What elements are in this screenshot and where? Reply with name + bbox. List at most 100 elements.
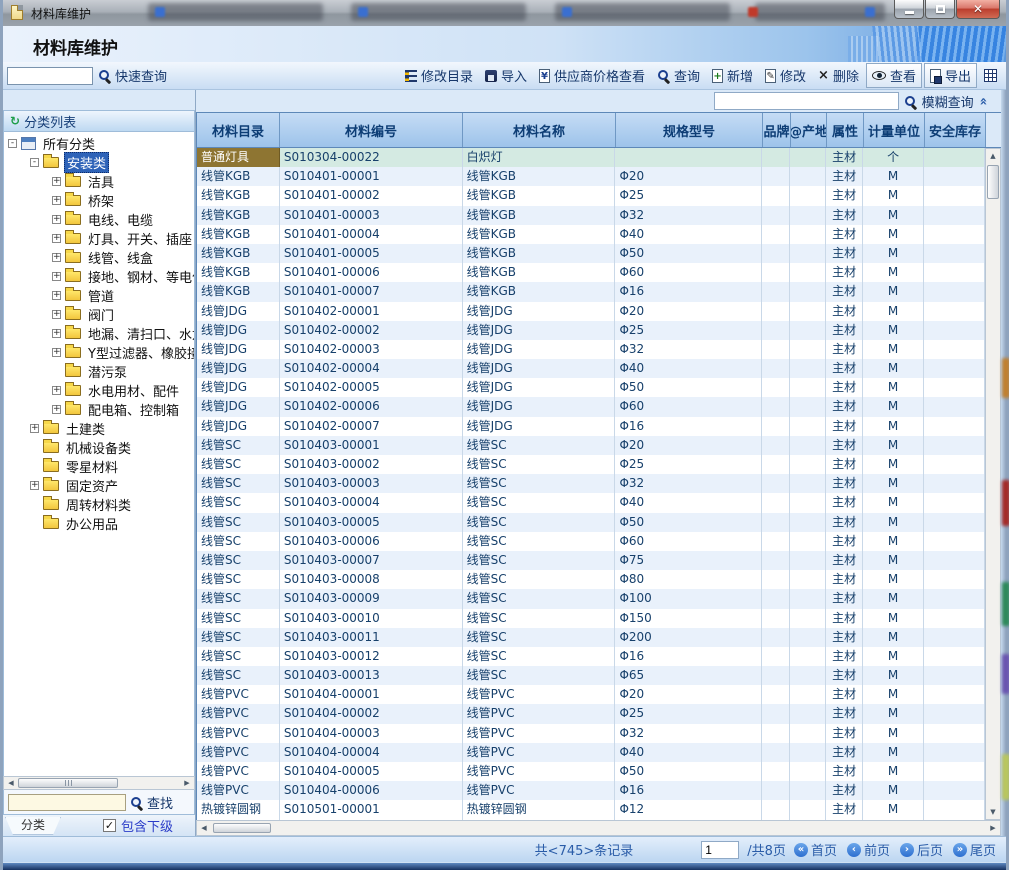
scrollbar-thumb[interactable]: [987, 165, 999, 199]
table-row[interactable]: 线管PVCS010404-00004线管PVCΦ40主材M: [197, 743, 985, 762]
delete-button[interactable]: ×删除: [813, 64, 864, 87]
tree-item-label[interactable]: 机械设备类: [64, 438, 133, 457]
table-row[interactable]: 线管KGBS010401-00001线管KGBΦ20主材M: [197, 167, 985, 186]
tree-item-label[interactable]: 安装类: [64, 152, 109, 173]
scrollbar-thumb[interactable]: [18, 778, 118, 788]
table-horizontal-scrollbar[interactable]: ◀ ▶: [196, 820, 1001, 836]
find-icon[interactable]: [130, 796, 143, 809]
tree-item[interactable]: 潜污泵: [4, 362, 194, 381]
table-row[interactable]: 线管SCS010403-00011线管SCΦ200主材M: [197, 628, 985, 647]
collapse-minus-icon[interactable]: -: [30, 158, 39, 167]
column-header[interactable]: 安全库存: [925, 113, 986, 147]
last-page-button[interactable]: »尾页: [953, 840, 996, 859]
column-header[interactable]: 规格型号: [616, 113, 763, 147]
tree-item[interactable]: +阀门: [4, 305, 194, 324]
tree-item-label[interactable]: 接地、钢材、等电位: [86, 267, 195, 286]
expand-plus-icon[interactable]: +: [52, 310, 61, 319]
supplier-price-view-button[interactable]: 供应商价格查看: [534, 64, 650, 87]
tree-item-label[interactable]: 土建类: [64, 419, 107, 438]
collapse-up-icon[interactable]: «: [975, 97, 990, 105]
column-config-button[interactable]: [979, 67, 1002, 84]
table-row[interactable]: 线管SCS010403-00004线管SCΦ40主材M: [197, 493, 985, 512]
table-row[interactable]: 线管SCS010403-00006线管SCΦ60主材M: [197, 532, 985, 551]
tree-item[interactable]: + 线管、线盒: [4, 248, 194, 267]
table-row[interactable]: 线管JDGS010402-00007线管JDGΦ16主材M: [197, 417, 985, 436]
import-button[interactable]: 导入: [480, 64, 532, 87]
refresh-icon[interactable]: ↻: [10, 114, 20, 128]
table-row[interactable]: 线管KGBS010401-00003线管KGBΦ32主材M: [197, 206, 985, 225]
page-number-input[interactable]: [701, 841, 739, 859]
tree-item-label[interactable]: 零星材料: [64, 457, 120, 476]
tree-item-label[interactable]: 固定资产: [64, 476, 120, 495]
table-row[interactable]: 线管PVCS010404-00003线管PVCΦ32主材M: [197, 724, 985, 743]
table-row[interactable]: 线管JDGS010402-00004线管JDGΦ40主材M: [197, 359, 985, 378]
scrollbar-thumb[interactable]: [213, 823, 271, 833]
expand-plus-icon[interactable]: +: [52, 291, 61, 300]
fuzzy-search-input[interactable]: [714, 92, 899, 110]
tree-item-label[interactable]: 线管、线盒: [86, 248, 155, 267]
column-header[interactable]: 品牌: [763, 113, 791, 147]
modify-catalog-button[interactable]: 修改目录: [400, 64, 478, 87]
column-header[interactable]: 材料名称: [463, 113, 616, 147]
quick-search-input[interactable]: [7, 67, 93, 85]
tree-item[interactable]: 周转材料类: [4, 495, 194, 514]
tree-item[interactable]: +灯具、开关、插座: [4, 229, 194, 248]
table-row[interactable]: 热镀锌圆钢S010501-00001热镀锌圆钢Φ12主材M: [197, 800, 985, 819]
table-row[interactable]: 线管SCS010403-00010线管SCΦ150主材M: [197, 609, 985, 628]
tree-item[interactable]: +土建类: [4, 419, 194, 438]
table-row[interactable]: 线管KGBS010401-00005线管KGBΦ50主材M: [197, 244, 985, 263]
scroll-right-icon[interactable]: ▶: [986, 824, 1000, 832]
tree-item[interactable]: - 所有分类: [4, 134, 194, 153]
column-header[interactable]: 材料目录: [197, 113, 280, 147]
tree-item[interactable]: +水电用材、配件: [4, 381, 194, 400]
table-row[interactable]: 线管JDGS010402-00006线管JDGΦ60主材M: [197, 397, 985, 416]
table-vertical-scrollbar[interactable]: ▲ ▼: [985, 148, 1001, 820]
maximize-button[interactable]: [925, 0, 955, 19]
scroll-up-icon[interactable]: ▲: [990, 149, 995, 163]
tree-item[interactable]: +固定资产: [4, 476, 194, 495]
table-row[interactable]: 线管PVCS010404-00006线管PVCΦ16主材M: [197, 781, 985, 800]
expand-plus-icon[interactable]: +: [52, 329, 61, 338]
search-icon[interactable]: [904, 95, 917, 108]
prev-page-button[interactable]: ‹前页: [847, 840, 890, 859]
view-button[interactable]: 查看: [866, 63, 922, 88]
table-row[interactable]: 线管PVCS010404-00005线管PVCΦ50主材M: [197, 762, 985, 781]
tree-item[interactable]: +桥架: [4, 191, 194, 210]
export-button[interactable]: 导出: [924, 63, 977, 88]
tab-category[interactable]: 分类: [5, 817, 61, 835]
tree-item-label[interactable]: 洁具: [86, 172, 116, 191]
find-input[interactable]: [8, 794, 126, 811]
table-row[interactable]: 线管SCS010403-00003线管SCΦ32主材M: [197, 474, 985, 493]
table-row[interactable]: 线管JDGS010402-00003线管JDGΦ32主材M: [197, 340, 985, 359]
collapse-minus-icon[interactable]: -: [8, 139, 17, 148]
column-header[interactable]: @产地: [791, 113, 827, 147]
add-button[interactable]: 新增: [707, 64, 758, 87]
table-row[interactable]: 线管JDGS010402-00002线管JDGΦ25主材M: [197, 321, 985, 340]
table-row[interactable]: 线管JDGS010402-00001线管JDGΦ20主材M: [197, 302, 985, 321]
table-row[interactable]: 普通灯具S010304-00022白炽灯主材个: [197, 148, 985, 167]
column-header[interactable]: 计量单位: [864, 113, 925, 147]
tree-item-label[interactable]: 水电用材、配件: [86, 381, 181, 400]
tree-item[interactable]: + 地漏、清扫口、水龙: [4, 324, 194, 343]
tree-item[interactable]: +电线、电缆: [4, 210, 194, 229]
scroll-left-icon[interactable]: ◀: [4, 779, 18, 787]
tree-item-label[interactable]: 地漏、清扫口、水龙: [86, 324, 195, 343]
table-row[interactable]: 线管SCS010403-00002线管SCΦ25主材M: [197, 455, 985, 474]
expand-plus-icon[interactable]: +: [52, 253, 61, 262]
tree-item-label[interactable]: 办公用品: [64, 514, 120, 533]
table-row[interactable]: 线管PVCS010404-00002线管PVCΦ25主材M: [197, 704, 985, 723]
query-button[interactable]: 查询: [652, 64, 705, 87]
table-row[interactable]: 线管KGBS010401-00007线管KGBΦ16主材M: [197, 282, 985, 301]
column-header[interactable]: 材料编号: [280, 113, 463, 147]
table-row[interactable]: 线管SCS010403-00008线管SCΦ80主材M: [197, 570, 985, 589]
close-button[interactable]: ✕: [956, 0, 1000, 19]
expand-plus-icon[interactable]: +: [52, 196, 61, 205]
tree-item-label[interactable]: Y型过滤器、橡胶接头: [86, 343, 195, 362]
table-row[interactable]: 线管KGBS010401-00006线管KGBΦ60主材M: [197, 263, 985, 282]
table-row[interactable]: 线管SCS010403-00007线管SCΦ75主材M: [197, 551, 985, 570]
table-row[interactable]: 线管SCS010403-00001线管SCΦ20主材M: [197, 436, 985, 455]
tree-item-label[interactable]: 灯具、开关、插座: [86, 229, 194, 248]
table-row[interactable]: 线管JDGS010402-00005线管JDGΦ50主材M: [197, 378, 985, 397]
tree-item-label[interactable]: 所有分类: [41, 134, 97, 153]
tree-item-label[interactable]: 管道: [86, 286, 116, 305]
